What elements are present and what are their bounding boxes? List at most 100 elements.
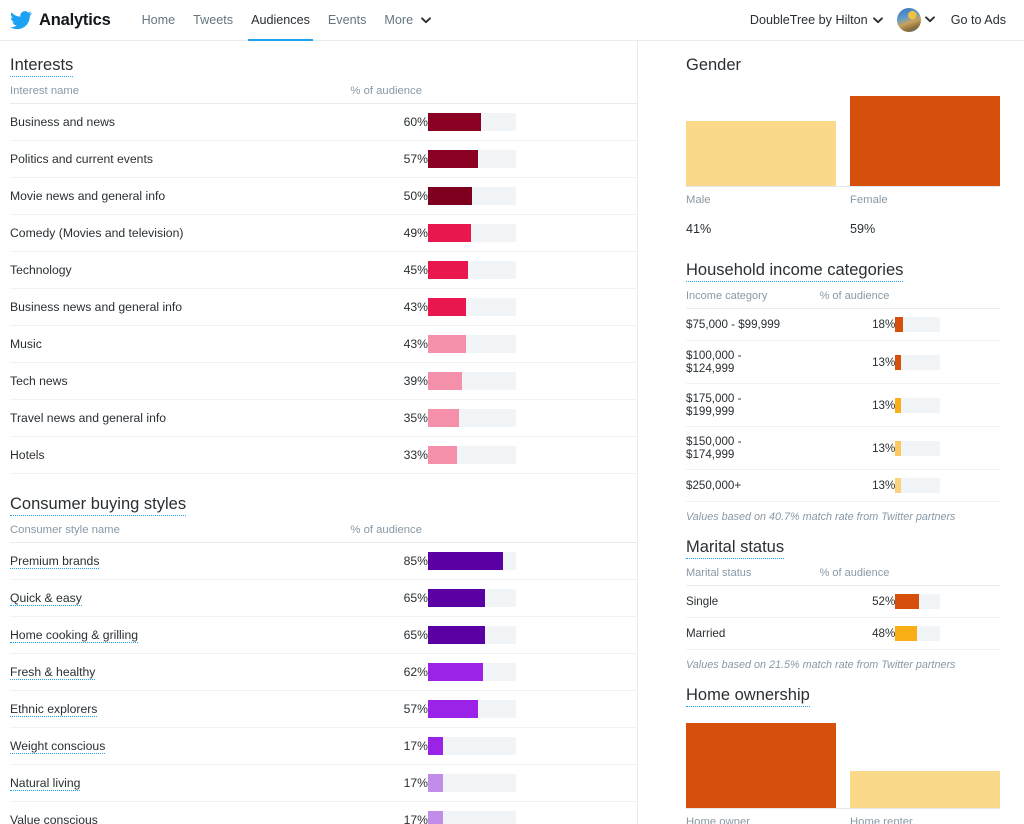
row-label: Hotels	[10, 448, 45, 462]
row-label-cell: Quick & easy	[10, 579, 219, 617]
row-bar-cell	[428, 690, 637, 728]
bar-track	[428, 150, 516, 168]
bar-fill	[895, 478, 902, 493]
chevron-down-icon	[872, 13, 883, 27]
bar-track	[428, 626, 516, 644]
table-row: Value conscious 17%	[10, 801, 637, 824]
row-percent: 49%	[219, 214, 428, 252]
twitter-bird-icon	[10, 9, 32, 31]
row-bar-cell	[428, 653, 637, 691]
left-column: Interests Interest name % of audience Bu…	[0, 41, 638, 824]
row-label[interactable]: Home cooking & grilling	[10, 628, 139, 643]
nav-item-events[interactable]: Events	[319, 0, 376, 41]
household-income-table: Income category % of audience $75,000 - …	[686, 282, 1000, 502]
bar-track	[895, 440, 941, 456]
consumer-styles-section-header: Consumer buying styles	[10, 474, 637, 516]
row-label[interactable]: Quick & easy	[10, 591, 82, 606]
row-bar-cell	[895, 383, 1000, 427]
bar-track	[428, 700, 516, 718]
row-label: Travel news and general info	[10, 411, 167, 425]
row-label[interactable]: Premium brands	[10, 554, 100, 569]
row-percent: 50%	[219, 177, 428, 215]
table-row: Technology 45%	[10, 251, 637, 289]
consumer-styles-title[interactable]: Consumer buying styles	[10, 494, 187, 516]
table-row: Fresh & healthy 62%	[10, 653, 637, 691]
account-switcher[interactable]: DoubleTree by Hilton	[742, 13, 891, 27]
table-row: Premium brands 85%	[10, 542, 637, 580]
table-row: Home cooking & grilling 65%	[10, 616, 637, 654]
marital-col-name: Marital status	[686, 559, 791, 586]
brand-logo[interactable]: Analytics	[10, 9, 111, 31]
profile-menu[interactable]	[891, 8, 941, 32]
row-percent: 13%	[790, 383, 896, 427]
row-label-cell: Natural living	[10, 764, 219, 802]
table-row: Natural living 17%	[10, 764, 637, 802]
row-percent: 18%	[790, 308, 896, 341]
vertical-bar-label: Female	[850, 194, 888, 206]
bar-fill	[895, 440, 902, 456]
home-ownership-bars	[686, 719, 1000, 809]
bar-fill	[428, 700, 479, 718]
row-label: Movie news and general info	[10, 189, 166, 203]
consumer-styles-table: Consumer style name % of audience Premiu…	[10, 516, 637, 824]
marital-status-table: Marital status % of audience Single 52% Ma…	[686, 559, 1000, 650]
row-label-cell: Single	[686, 585, 791, 618]
interests-title[interactable]: Interests	[10, 55, 74, 77]
row-label-cell: Weight conscious	[10, 727, 219, 765]
interests-section-header: Interests	[10, 41, 637, 77]
marital-col-pct: % of audience	[790, 559, 896, 586]
bar-fill	[428, 335, 466, 353]
row-percent: 33%	[219, 436, 428, 474]
marital-status-title[interactable]: Marital status	[686, 537, 785, 559]
row-bar-cell	[428, 288, 637, 326]
nav-item-audiences[interactable]: Audiences	[242, 0, 319, 41]
table-header-row: Interest name % of audience	[10, 77, 637, 104]
bar-track	[428, 261, 516, 279]
row-percent: 13%	[790, 426, 896, 470]
bar-track	[895, 354, 941, 370]
nav-item-audiences-label: Audiences	[251, 12, 310, 27]
chevron-down-icon	[420, 0, 431, 41]
bar-fill	[428, 113, 481, 131]
row-bar-cell	[428, 251, 637, 289]
row-label[interactable]: Ethnic explorers	[10, 702, 98, 717]
bar-fill	[428, 372, 463, 390]
vertical-bar-value: 59%	[850, 222, 876, 236]
page-content: Interests Interest name % of audience Bu…	[0, 41, 1024, 824]
household-income-title[interactable]: Household income categories	[686, 260, 904, 282]
row-label: $75,000 - $99,999	[686, 318, 781, 331]
row-label-cell: $150,000 - $174,999	[686, 426, 791, 470]
row-label: Business and news	[10, 115, 116, 129]
nav-item-tweets[interactable]: Tweets	[184, 0, 242, 41]
row-bar-cell	[895, 617, 1000, 650]
row-label-cell: Hotels	[10, 436, 219, 474]
row-label[interactable]: Fresh & healthy	[10, 665, 96, 680]
row-label: Politics and current events	[10, 152, 153, 166]
row-label-cell: Business and news	[10, 103, 219, 141]
bar-fill	[428, 224, 472, 242]
row-percent: 13%	[790, 340, 896, 384]
home-ownership-title[interactable]: Home ownership	[686, 685, 810, 707]
row-label-cell: Music	[10, 325, 219, 363]
go-to-ads-link[interactable]: Go to Ads	[941, 13, 1010, 27]
row-label-cell: Comedy (Movies and television)	[10, 214, 219, 252]
row-label[interactable]: Natural living	[10, 776, 81, 791]
row-label-cell: Politics and current events	[10, 140, 219, 178]
row-label-cell: Home cooking & grilling	[10, 616, 219, 654]
nav-item-more[interactable]: More	[375, 0, 439, 41]
row-percent: 43%	[219, 325, 428, 363]
row-bar-cell	[428, 579, 637, 617]
row-label[interactable]: Value conscious	[10, 813, 98, 824]
row-label-cell: $100,000 - $124,999	[686, 340, 791, 384]
bar-track	[428, 187, 516, 205]
bar-fill	[895, 626, 917, 641]
table-row: $150,000 - $174,999 13%	[686, 426, 1000, 470]
brand-name: Analytics	[39, 10, 111, 29]
bar-track	[895, 626, 941, 641]
bar-fill	[895, 317, 904, 332]
row-label: Comedy (Movies and television)	[10, 226, 184, 240]
household-income-section-header: Household income categories	[686, 236, 1000, 282]
row-label[interactable]: Weight conscious	[10, 739, 106, 754]
avatar	[896, 8, 921, 32]
nav-item-home[interactable]: Home	[133, 0, 185, 41]
